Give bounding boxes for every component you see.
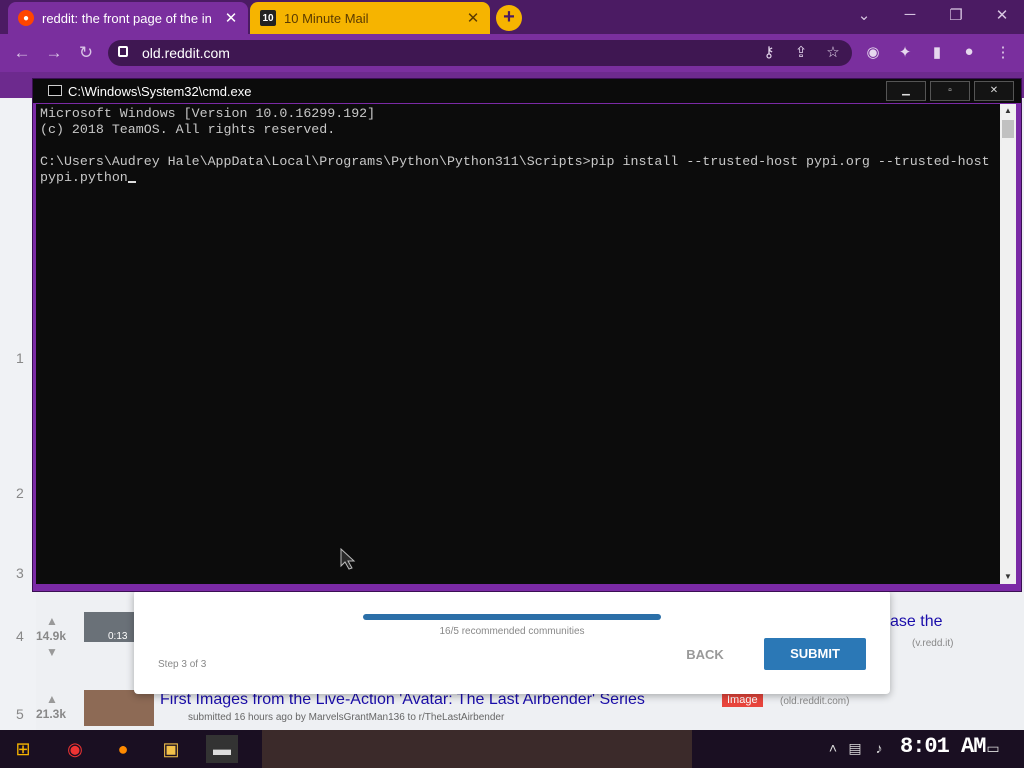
post5-thumbnail[interactable] xyxy=(84,690,154,726)
upvote-icon[interactable]: ▲ xyxy=(46,692,58,706)
rank-1: 1 xyxy=(16,350,24,366)
submit-button[interactable]: SUBMIT xyxy=(764,638,866,670)
post5-meta: submitted 16 hours ago by MarvelsGrantMa… xyxy=(188,712,505,723)
post4-title[interactable]: ase the xyxy=(890,613,942,631)
minimize-icon[interactable]: ─ xyxy=(896,6,924,23)
step-text: Step 3 of 3 xyxy=(158,659,207,670)
key-icon[interactable]: ⚷ xyxy=(758,43,780,61)
network-icon[interactable]: ▤ xyxy=(846,740,864,757)
reload-icon[interactable]: ↻ xyxy=(74,43,98,63)
tray-overflow-icon[interactable]: ˄ xyxy=(824,740,842,756)
tab-title: reddit: the front page of the in xyxy=(42,10,212,26)
downvote-icon[interactable]: ▼ xyxy=(46,645,58,659)
post5-score: 21.3k xyxy=(36,707,67,721)
reddit-favicon-icon: ● xyxy=(18,10,34,26)
cursor-caret xyxy=(127,181,136,183)
sidepanel-icon[interactable]: ▮ xyxy=(926,43,948,61)
close-icon[interactable]: ✕ xyxy=(462,9,484,27)
cmd-close-icon[interactable]: ✕ xyxy=(974,81,1014,101)
mouse-pointer-icon xyxy=(340,548,356,570)
cmd-app-icon[interactable] xyxy=(48,85,62,96)
menu-kebab-icon[interactable]: ⋮ xyxy=(992,43,1014,61)
post5-flair: Image xyxy=(722,693,763,707)
taskbar-clock[interactable]: 8:01 AM xyxy=(900,734,986,759)
lock-icon xyxy=(118,46,128,57)
file-explorer-icon[interactable]: ▣ xyxy=(156,735,186,763)
tab-reddit[interactable]: ● reddit: the front page of the in ✕ xyxy=(8,2,248,34)
taskbar-wallpaper-strip xyxy=(262,730,692,768)
rank-5: 5 xyxy=(16,706,24,722)
action-center-icon[interactable]: ▭ xyxy=(984,740,1002,757)
chrome-icon[interactable]: ◉ xyxy=(60,735,90,763)
share-icon[interactable]: ⇪ xyxy=(790,43,812,61)
tab-10-minute-mail[interactable]: 10 10 Minute Mail ✕ xyxy=(250,2,490,34)
console-line: C:\Users\Audrey Hale\AppData\Local\Progr… xyxy=(40,154,990,169)
forward-icon[interactable]: → xyxy=(42,43,66,63)
tab-title: 10 Minute Mail xyxy=(284,10,369,26)
rank-4: 4 xyxy=(16,628,24,644)
rank-2: 2 xyxy=(16,485,24,501)
address-bar[interactable]: old.reddit.com xyxy=(108,40,852,66)
cmd-taskbar-icon[interactable]: ▬ xyxy=(206,735,238,763)
extension-avatar-icon[interactable]: ◉ xyxy=(862,43,884,61)
console-line: pypi.python xyxy=(40,170,128,185)
extensions-puzzle-icon[interactable]: ✦ xyxy=(894,43,916,61)
cmd-console[interactable]: Microsoft Windows [Version 10.0.16299.19… xyxy=(36,104,1000,584)
bookmark-star-icon[interactable]: ☆ xyxy=(822,43,844,61)
restore-icon[interactable]: ❐ xyxy=(942,6,970,24)
volume-icon[interactable]: ♪ xyxy=(870,740,888,756)
scroll-down-icon[interactable]: ▼ xyxy=(1000,570,1016,584)
post5-domain[interactable]: (old.reddit.com) xyxy=(780,696,849,707)
start-menu-icon[interactable]: ⊞ xyxy=(8,735,38,763)
progress-bar xyxy=(363,614,661,620)
upvote-icon[interactable]: ▲ xyxy=(46,614,58,628)
scrollbar[interactable] xyxy=(1000,104,1016,584)
firefox-icon[interactable]: ● xyxy=(108,735,138,763)
back-button[interactable]: BACK xyxy=(672,644,738,666)
scroll-up-icon[interactable]: ▲ xyxy=(1000,104,1016,118)
console-line: (c) 2018 TeamOS. All rights reserved. xyxy=(40,122,336,137)
tab-search-icon[interactable]: ⌄ xyxy=(850,6,878,24)
console-input-line: pypi.python xyxy=(40,170,996,186)
new-tab-button[interactable]: + xyxy=(496,5,522,31)
close-icon[interactable]: ✕ xyxy=(220,9,242,27)
post4-score: 14.9k xyxy=(36,629,67,643)
post4-domain[interactable]: (v.redd.it) xyxy=(912,638,954,649)
rank-3: 3 xyxy=(16,565,24,581)
cmd-maximize-icon[interactable]: ▫ xyxy=(930,81,970,101)
tenminutemail-favicon-icon: 10 xyxy=(260,10,276,26)
post4-duration: 0:13 xyxy=(108,631,128,642)
back-icon[interactable]: ← xyxy=(10,43,34,63)
console-line: Microsoft Windows [Version 10.0.16299.19… xyxy=(40,106,376,121)
cmd-title: C:\Windows\System32\cmd.exe xyxy=(68,84,252,99)
close-window-icon[interactable]: ✕ xyxy=(988,6,1016,24)
cmd-minimize-icon[interactable]: ▁ xyxy=(886,81,926,101)
profile-avatar-icon[interactable]: ● xyxy=(958,43,980,60)
progress-text: 16/5 recommended communities xyxy=(439,626,585,637)
scroll-thumb[interactable] xyxy=(1002,120,1014,138)
